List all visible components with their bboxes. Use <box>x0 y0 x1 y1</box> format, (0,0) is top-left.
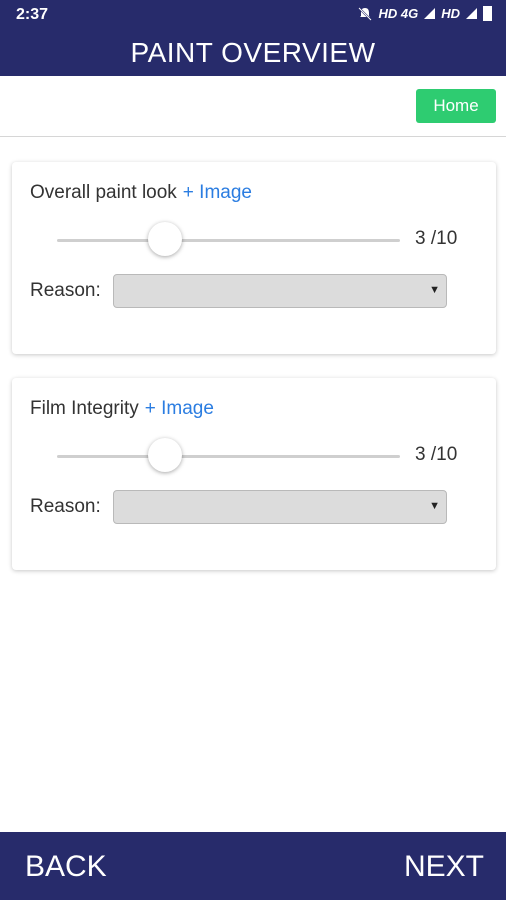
card-title: Film Integrity <box>30 398 139 419</box>
page-title: PAINT OVERVIEW <box>130 37 376 68</box>
app-bar: PAINT OVERVIEW <box>0 30 506 76</box>
slider-thumb[interactable] <box>148 438 182 472</box>
reason-select[interactable]: ▼ <box>113 274 447 308</box>
rating-card-film-integrity: Film Integrity + Image 3 /10 Reason: ▼ <box>12 378 496 570</box>
dropdown-arrow-icon: ▼ <box>429 500 440 512</box>
reason-select[interactable]: ▼ <box>113 490 447 524</box>
notification-muted-icon <box>358 6 373 21</box>
slider-track[interactable] <box>57 239 400 242</box>
rating-card-paint-look: Overall paint look + Image 3 /10 Reason: … <box>12 162 496 354</box>
signal-icon <box>424 8 436 19</box>
status-icons: HD 4G HD <box>358 6 492 21</box>
back-button[interactable]: BACK <box>25 850 107 884</box>
next-button[interactable]: NEXT <box>404 850 484 884</box>
network-label-1: HD 4G <box>378 6 419 21</box>
bottom-nav-bar: BACK NEXT <box>0 832 506 900</box>
score-label: 3 /10 <box>415 228 458 249</box>
battery-icon <box>483 6 492 21</box>
slider-thumb[interactable] <box>148 222 182 256</box>
card-heading: Overall paint look + Image <box>30 182 252 204</box>
reason-label: Reason: <box>30 496 101 517</box>
network-label-2: HD <box>441 6 460 21</box>
slider-track[interactable] <box>57 455 400 458</box>
card-heading: Film Integrity + Image <box>30 398 214 420</box>
signal-icon-2 <box>466 8 477 19</box>
header-row: Home <box>0 76 506 137</box>
score-label: 3 /10 <box>415 444 458 465</box>
add-image-link[interactable]: + Image <box>145 398 214 419</box>
status-bar: 2:37 HD 4G HD <box>0 0 506 30</box>
add-image-link[interactable]: + Image <box>183 182 252 203</box>
card-title: Overall paint look <box>30 182 177 203</box>
status-time: 2:37 <box>16 6 49 23</box>
reason-label: Reason: <box>30 280 101 301</box>
dropdown-arrow-icon: ▼ <box>429 284 440 296</box>
home-button[interactable]: Home <box>416 89 496 123</box>
